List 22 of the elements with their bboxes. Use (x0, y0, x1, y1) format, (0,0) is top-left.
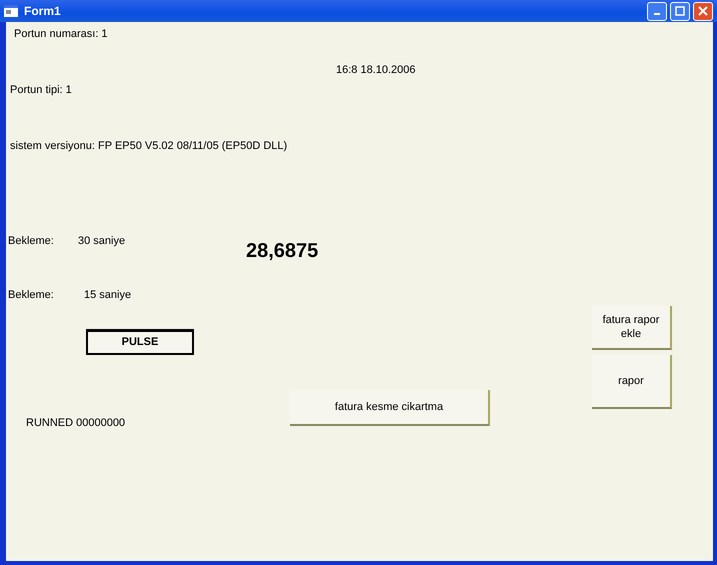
form-button[interactable]: fatura kesme cikartma (290, 390, 490, 426)
label-text: Bekleme: (8, 235, 54, 247)
form-button[interactable]: PULSE (86, 329, 194, 355)
close-icon (698, 6, 708, 16)
window-title: Form1 (24, 4, 61, 18)
form-button[interactable]: fatura rapor ekle (592, 306, 672, 350)
maximize-icon (675, 6, 685, 16)
maximize-button[interactable] (670, 2, 690, 20)
label-text: 28,6875 (246, 240, 318, 263)
label-text: Portun tipi: 1 (10, 84, 72, 96)
label-text: Bekleme: (8, 289, 54, 301)
close-button[interactable] (693, 2, 713, 20)
minimize-icon (654, 13, 660, 15)
form-button[interactable]: rapor (592, 355, 672, 409)
label-text: RUNNED 00000000 (26, 417, 126, 429)
label-text: 30 saniye (78, 235, 126, 247)
minimize-button[interactable] (647, 2, 667, 20)
label-text: Portun numarası: 1 (14, 28, 108, 40)
label-text: 16:8 18.10.2006 (336, 64, 416, 76)
label-text: sistem versiyonu: FP EP50 V5.02 08/11/05 (EP50D DLL) (10, 140, 288, 152)
label-text: 15 saniye (84, 289, 132, 301)
window-icon (4, 5, 18, 17)
